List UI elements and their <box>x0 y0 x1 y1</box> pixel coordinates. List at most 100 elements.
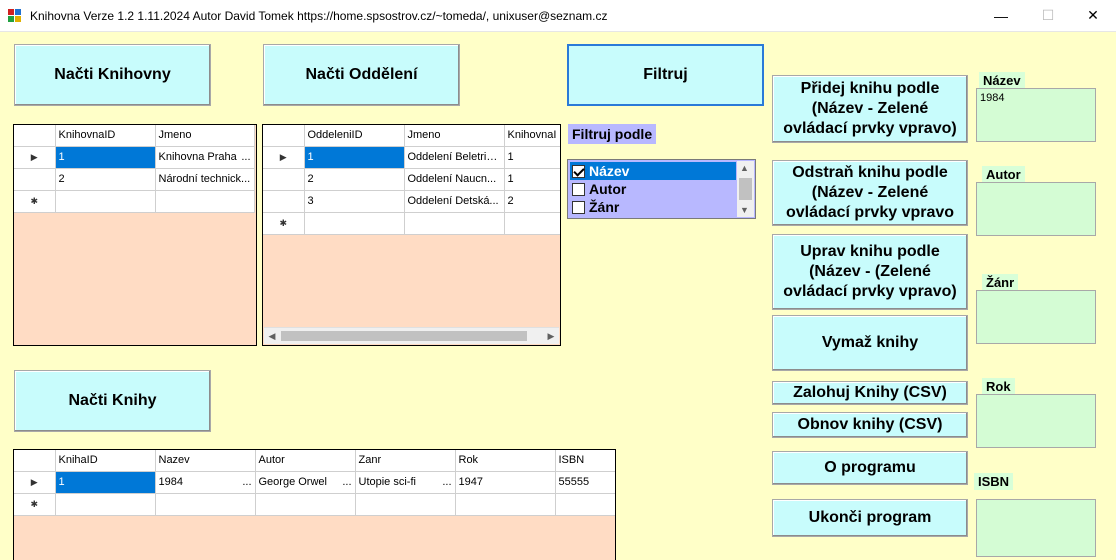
filter-item-label: Žánr <box>589 199 620 215</box>
table-cell[interactable]: Oddelení Detská... <box>404 190 505 213</box>
scrollbar-thumb[interactable] <box>739 178 752 200</box>
scroll-down-icon[interactable]: ▼ <box>740 205 749 215</box>
rok-field[interactable] <box>976 394 1096 448</box>
grid-header-row: KnihaID Nazev Autor Zanr Rok ISBN <box>14 450 615 472</box>
new-row-asterisk-icon: ✱ <box>14 493 56 516</box>
checkbox-checked-icon[interactable] <box>572 164 585 178</box>
table-cell[interactable]: 1 <box>504 146 560 169</box>
nazev-field[interactable]: 1984 <box>976 88 1096 142</box>
table-cell[interactable]: 55555 <box>555 471 615 494</box>
filtruj-button[interactable]: Filtruj <box>567 44 764 106</box>
table-cell[interactable]: 1 <box>504 168 560 191</box>
column-header[interactable]: Jmeno <box>404 125 505 147</box>
nacti-oddeleni-button[interactable]: Načti Oddělení <box>263 44 460 106</box>
window-title: Knihovna Verze 1.2 1.11.2024 Autor David… <box>30 9 608 23</box>
title-bar: Knihovna Verze 1.2 1.11.2024 Autor David… <box>0 0 1116 32</box>
uprav-knihu-button[interactable]: Uprav knihu podle (Název - (Zelené ovlád… <box>772 234 968 310</box>
table-cell[interactable]: 1 <box>304 146 405 169</box>
filtruj-podle-label: Filtruj podle <box>568 124 657 144</box>
new-row[interactable]: ✱ <box>263 212 560 235</box>
cell-ellipsis-icon: ... <box>442 476 452 488</box>
maximize-button[interactable]: ☐ <box>1025 0 1071 31</box>
grid-header-row: OddeleniID Jmeno KnihovnaI <box>263 125 560 147</box>
filter-item-label: Název <box>589 163 630 179</box>
table-row[interactable]: 3 Oddelení Detská... 2 <box>263 190 560 213</box>
column-header[interactable]: Zanr <box>355 450 456 472</box>
filter-item-nazev[interactable]: Název <box>570 162 736 180</box>
cell-text: Knihovna Praha <box>158 151 237 163</box>
table-cell[interactable]: 1 <box>55 471 156 494</box>
cell-text: 1984 <box>158 476 183 488</box>
column-header[interactable]: KnihovnaI <box>504 125 560 147</box>
scrollbar-thumb[interactable] <box>281 331 527 341</box>
zalohuj-knihy-button[interactable]: Zalohuj Knihy (CSV) <box>772 381 968 405</box>
column-header[interactable]: Nazev <box>155 450 256 472</box>
autor-field[interactable] <box>976 182 1096 236</box>
cell-ellipsis-icon: ... <box>342 476 352 488</box>
table-cell[interactable]: 1984... <box>155 471 256 494</box>
app-icon <box>8 9 22 22</box>
table-cell[interactable]: Oddelení Beletrie... <box>404 146 505 169</box>
row-header-corner <box>14 450 56 472</box>
table-cell[interactable]: 1947 <box>455 471 556 494</box>
table-cell[interactable]: 2 <box>55 168 156 191</box>
nacti-knihy-button[interactable]: Načti Knihy <box>14 370 211 432</box>
oddeleni-grid[interactable]: OddeleniID Jmeno KnihovnaI ▶ 1 Oddelení … <box>262 124 561 346</box>
new-row-asterisk-icon: ✱ <box>14 190 56 213</box>
column-header[interactable]: Autor <box>255 450 356 472</box>
table-cell[interactable]: Oddelení Naucn... <box>404 168 505 191</box>
row-header-corner <box>14 125 56 147</box>
column-header[interactable]: KnihovnaID <box>55 125 156 147</box>
table-cell[interactable]: 1 <box>55 146 156 169</box>
table-cell[interactable]: Národní technick... <box>155 168 255 191</box>
zanr-label: Žánr <box>982 274 1019 291</box>
odstran-knihu-button[interactable]: Odstraň knihu podle (Název - Zelené ovlá… <box>772 160 968 226</box>
table-row[interactable]: ▶ 1 Oddelení Beletrie... 1 <box>263 146 560 169</box>
checkbox-icon[interactable] <box>572 182 585 196</box>
table-row[interactable]: ▶ 1 1984... George Orwel... Utopie sci-f… <box>14 471 615 494</box>
column-header[interactable]: KnihaID <box>55 450 156 472</box>
checkbox-icon[interactable] <box>572 200 585 214</box>
filter-checked-list[interactable]: Název Autor Žánr ▲ ▼ <box>567 159 756 219</box>
scroll-left-icon[interactable]: ◀ <box>265 330 279 342</box>
vertical-scrollbar[interactable]: ▲ ▼ <box>737 161 754 217</box>
column-header[interactable]: Jmeno <box>155 125 255 147</box>
table-cell[interactable]: George Orwel... <box>255 471 356 494</box>
nacti-knihovny-button[interactable]: Načti Knihovny <box>14 44 211 106</box>
new-row[interactable]: ✱ <box>14 190 255 213</box>
knihovny-grid[interactable]: KnihovnaID Jmeno ▶ 1 Knihovna Praha... 2… <box>13 124 257 346</box>
cell-text: Utopie sci-fi <box>358 476 416 488</box>
grid-header-row: KnihovnaID Jmeno <box>14 125 255 147</box>
close-button[interactable]: ✕ <box>1070 0 1116 31</box>
table-row[interactable]: ▶ 1 Knihovna Praha... <box>14 146 255 169</box>
filter-item-autor[interactable]: Autor <box>570 180 736 198</box>
pridej-knihu-button[interactable]: Přidej knihu podle (Název - Zelené ovlád… <box>772 75 968 143</box>
cell-ellipsis-icon: ... <box>241 151 251 163</box>
table-row[interactable]: 2 Oddelení Naucn... 1 <box>263 168 560 191</box>
table-cell[interactable]: Utopie sci-fi... <box>355 471 456 494</box>
table-row[interactable]: 2 Národní technick... <box>14 168 255 191</box>
knihy-grid[interactable]: KnihaID Nazev Autor Zanr Rok ISBN ▶ 1 19… <box>13 449 616 560</box>
scroll-up-icon[interactable]: ▲ <box>740 163 749 173</box>
minimize-button[interactable]: — <box>978 0 1024 31</box>
o-programu-button[interactable]: O programu <box>772 451 968 485</box>
column-header[interactable]: OddeleniID <box>304 125 405 147</box>
new-row[interactable]: ✱ <box>14 493 615 516</box>
table-cell[interactable]: 2 <box>504 190 560 213</box>
obnov-knihy-button[interactable]: Obnov knihy (CSV) <box>772 412 968 438</box>
filter-item-zanr[interactable]: Žánr <box>570 198 736 216</box>
scroll-right-icon[interactable]: ▶ <box>544 330 558 342</box>
column-header[interactable]: Rok <box>455 450 556 472</box>
current-row-arrow-icon: ▶ <box>14 146 56 169</box>
vymaz-knihy-button[interactable]: Vymaž knihy <box>772 315 968 371</box>
autor-label: Autor <box>982 166 1025 183</box>
new-row-asterisk-icon: ✱ <box>263 212 305 235</box>
table-cell[interactable]: Knihovna Praha... <box>155 146 255 169</box>
horizontal-scrollbar[interactable]: ◀ ▶ <box>264 327 559 344</box>
zanr-field[interactable] <box>976 290 1096 344</box>
column-header[interactable]: ISBN <box>555 450 615 472</box>
table-cell[interactable]: 3 <box>304 190 405 213</box>
ukonci-program-button[interactable]: Ukonči program <box>772 499 968 537</box>
isbn-field[interactable] <box>976 499 1096 557</box>
table-cell[interactable]: 2 <box>304 168 405 191</box>
